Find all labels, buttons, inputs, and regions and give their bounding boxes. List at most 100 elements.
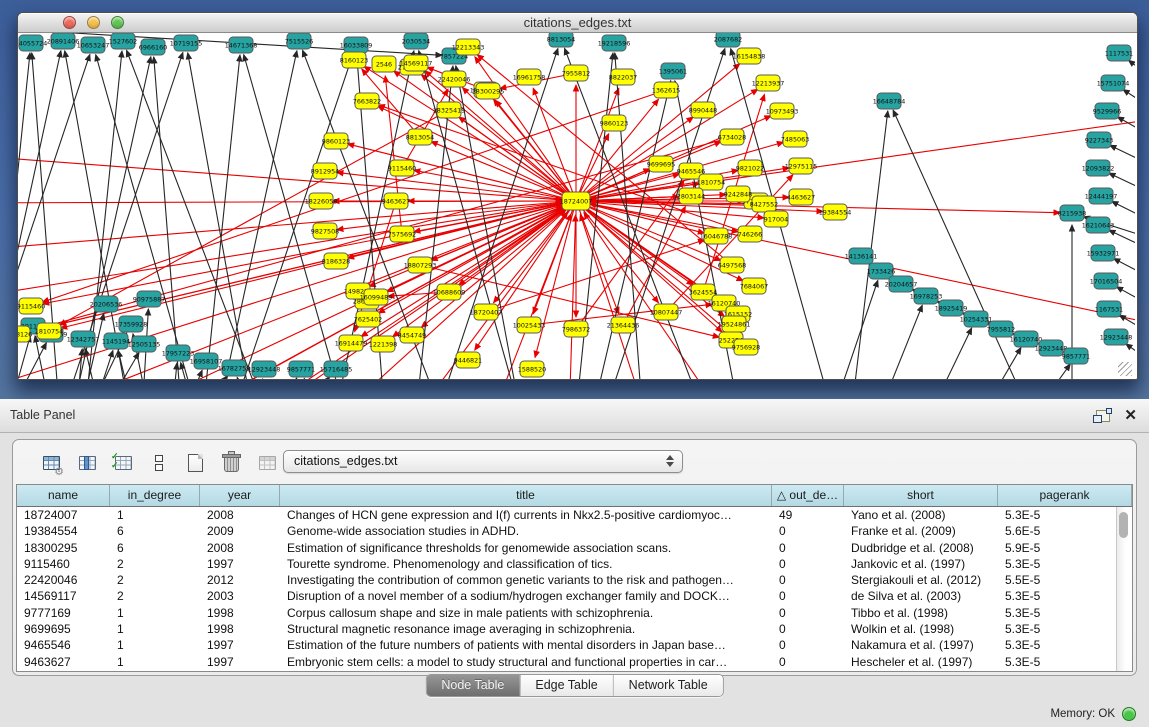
graph-node[interactable]: 9115460 xyxy=(18,298,45,314)
graph-node[interactable]: 9857771 xyxy=(287,361,315,377)
graph-node[interactable]: 7575692 xyxy=(388,226,416,242)
graph-node[interactable]: 1810754 xyxy=(35,323,63,339)
select-rows-button[interactable]: ✓✓ xyxy=(111,451,135,475)
tab-node-table[interactable]: Node Table xyxy=(426,675,519,696)
network-graph[interactable]: 1405572420891406106532471527602696616010… xyxy=(18,33,1135,379)
graph-node[interactable]: 8454749 xyxy=(398,327,426,343)
column-visibility-button[interactable] xyxy=(147,451,171,475)
graph-node[interactable]: 18226058 xyxy=(305,193,338,209)
column-header-out_degree[interactable]: △ out_de… xyxy=(772,485,844,506)
scrollbar-thumb[interactable] xyxy=(1119,512,1128,538)
graph-node[interactable]: 8813054 xyxy=(406,129,434,145)
graph-node[interactable]: 10807447 xyxy=(650,304,683,320)
table-row[interactable]: 1938455462009Genome-wide association stu… xyxy=(17,523,1117,539)
close-panel-icon[interactable]: ✕ xyxy=(1124,408,1137,423)
graph-node[interactable]: 7684067 xyxy=(740,278,768,294)
graph-node[interactable]: 12923448 xyxy=(1100,329,1133,345)
graph-hub-node[interactable]: 18724007 xyxy=(560,192,593,210)
graph-node[interactable]: 1588520 xyxy=(518,361,546,377)
graph-node[interactable]: 8160123 xyxy=(340,52,368,68)
graph-node[interactable]: 18807293 xyxy=(404,257,437,273)
graph-node[interactable]: 8990448 xyxy=(689,102,717,118)
column-header-in_degree[interactable]: in_degree xyxy=(110,485,200,506)
table-row[interactable]: 977716911998Corpus callosum shape and si… xyxy=(17,605,1117,621)
graph-node[interactable]: 15932971 xyxy=(1087,245,1120,261)
graph-node[interactable]: 17359928 xyxy=(115,316,148,332)
graph-node[interactable]: 16648784 xyxy=(873,93,906,109)
graph-node[interactable]: 7515526 xyxy=(285,33,313,49)
window-titlebar[interactable]: citations_edges.txt xyxy=(18,13,1137,33)
graph-node[interactable]: 20204657 xyxy=(885,276,918,292)
graph-node[interactable]: 22420046 xyxy=(438,71,471,87)
graph-node[interactable]: 16154838 xyxy=(733,48,766,64)
graph-node[interactable]: 2546 xyxy=(372,56,396,72)
graph-node[interactable]: 18325419 xyxy=(433,102,466,118)
column-header-short[interactable]: short xyxy=(844,485,998,506)
table-row[interactable]: 946362711997Embryonic stem cells: a mode… xyxy=(17,654,1117,670)
graph-node[interactable]: 10653247 xyxy=(77,37,110,53)
graph-node[interactable]: 16210643 xyxy=(1082,217,1115,233)
graph-node[interactable]: 12505135 xyxy=(128,336,161,352)
graph-node[interactable]: 7485063 xyxy=(781,131,809,147)
graph-node[interactable]: 7663822 xyxy=(353,93,381,109)
network-canvas[interactable]: 1405572420891406106532471527602696616010… xyxy=(18,33,1135,379)
graph-node[interactable]: 7955812 xyxy=(562,65,590,81)
window-resize-grip[interactable] xyxy=(1118,362,1132,376)
graph-node[interactable]: 21364436 xyxy=(607,317,640,333)
graph-node[interactable]: 9227343 xyxy=(1085,132,1113,148)
graph-node[interactable]: 19384554 xyxy=(819,204,852,220)
graph-node[interactable]: 16978253 xyxy=(910,288,943,304)
graph-node[interactable]: 4463627 xyxy=(787,189,815,205)
vertical-scrollbar[interactable] xyxy=(1116,507,1132,671)
graph-node[interactable]: 14055724 xyxy=(18,35,47,51)
graph-node[interactable]: 12093822 xyxy=(1082,160,1115,176)
table-row[interactable]: 2242004622012Investigating the contribut… xyxy=(17,572,1117,588)
table-settings-button[interactable]: ⚙ xyxy=(39,451,63,475)
graph-node[interactable]: 15751074 xyxy=(1097,75,1130,91)
column-header-name[interactable]: name xyxy=(17,485,110,506)
graph-node[interactable]: 1362615 xyxy=(652,82,680,98)
graph-node[interactable]: 2087682 xyxy=(714,33,742,47)
graph-node[interactable]: 16782759 xyxy=(218,360,251,376)
graph-node[interactable]: 9242848 xyxy=(724,186,752,202)
graph-node[interactable]: 10719155 xyxy=(170,35,203,51)
graph-node[interactable]: 20206536 xyxy=(90,296,123,312)
table-row[interactable]: 1456911722003Disruption of a novel membe… xyxy=(17,588,1117,604)
graph-node[interactable]: 9529966 xyxy=(1093,103,1121,119)
graph-node[interactable]: 9756928 xyxy=(732,339,760,355)
graph-node[interactable]: 8912954 xyxy=(311,163,339,179)
graph-node[interactable]: 16033809 xyxy=(340,37,373,53)
table-selector-dropdown[interactable]: citations_edges.txt xyxy=(283,450,683,473)
graph-node[interactable]: 12213937 xyxy=(752,75,785,91)
graph-node[interactable]: 14569117 xyxy=(400,55,433,71)
graph-node[interactable]: 1167531 xyxy=(1095,301,1123,317)
graph-node[interactable]: 9827508 xyxy=(311,223,339,239)
graph-node[interactable]: 6966160 xyxy=(139,39,167,55)
graph-node[interactable]: 917004 xyxy=(764,211,788,227)
tab-edge-table[interactable]: Edge Table xyxy=(519,675,612,696)
graph-node[interactable]: 12342757 xyxy=(67,331,100,347)
graph-node[interactable]: 8186328 xyxy=(322,253,350,269)
graph-node[interactable]: 1117531 xyxy=(1105,45,1133,61)
graph-node[interactable]: 8822037 xyxy=(609,69,637,85)
graph-node[interactable]: 8813054 xyxy=(547,33,575,47)
table-row[interactable]: 1830029562008Estimation of significance … xyxy=(17,540,1117,556)
graph-node[interactable]: 2718126 xyxy=(18,326,32,342)
graph-node[interactable]: 18300295 xyxy=(472,83,505,99)
graph-node[interactable]: 18925419 xyxy=(935,300,968,316)
graph-node[interactable]: 12923448 xyxy=(248,361,281,377)
graph-node[interactable]: 16961758 xyxy=(513,69,546,85)
new-table-button[interactable] xyxy=(183,451,207,475)
graph-node[interactable]: 15716485 xyxy=(320,361,353,377)
graph-node[interactable]: 14671368 xyxy=(225,37,258,53)
show-column-button[interactable] xyxy=(75,451,99,475)
graph-node[interactable]: 1810754 xyxy=(697,174,725,190)
graph-node[interactable]: 10025433 xyxy=(513,317,546,333)
graph-node[interactable]: 20891406 xyxy=(47,33,80,49)
table-row[interactable]: 1872400712008Changes of HCN gene express… xyxy=(17,507,1117,523)
graph-node[interactable]: 2030534 xyxy=(402,33,430,49)
graph-node[interactable]: 10688609 xyxy=(433,284,466,300)
graph-node[interactable]: 8215938 xyxy=(1058,205,1086,221)
column-header-title[interactable]: title xyxy=(280,485,772,506)
graph-node[interactable]: 9821022 xyxy=(736,160,764,176)
